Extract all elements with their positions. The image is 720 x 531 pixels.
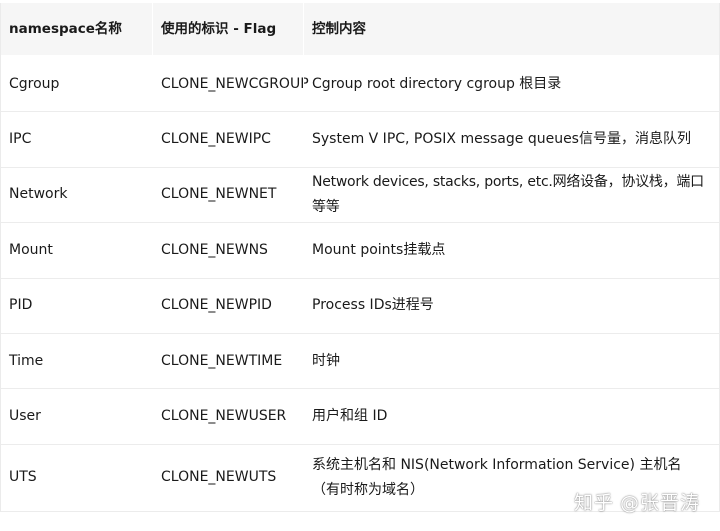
- namespace-name-cell: UTS: [9, 469, 37, 486]
- table-row: PID CLONE_NEWPID Process IDs进程号: [1, 278, 719, 334]
- table-row: User CLONE_NEWUSER 用户和组 ID: [1, 389, 719, 445]
- watermark-author: @张晋涛: [619, 492, 700, 514]
- flag-cell: CLONE_NEWUSER: [152, 389, 303, 444]
- zhihu-watermark: 知乎 @张晋涛: [574, 488, 706, 515]
- content-cell: Cgroup root directory cgroup 根目录: [303, 57, 719, 112]
- flag-cell: CLONE_NEWCGROUP: [152, 57, 309, 112]
- namespace-name-cell: IPC: [9, 131, 32, 148]
- table-row: Network CLONE_NEWNET Network devices, st…: [1, 167, 719, 224]
- namespace-table: namespace名称 使用的标识 - Flag 控制内容 Cgroup CLO…: [0, 3, 720, 512]
- namespace-name-cell: Network: [9, 186, 68, 203]
- table-row: Time CLONE_NEWTIME 时钟: [1, 333, 719, 390]
- namespace-name-cell: Cgroup: [9, 75, 60, 92]
- namespace-name-cell: PID: [9, 297, 33, 314]
- table-header-row: namespace名称 使用的标识 - Flag 控制内容: [1, 3, 719, 57]
- header-flag: 使用的标识 - Flag: [152, 3, 303, 55]
- flag-cell: CLONE_NEWTIME: [152, 333, 303, 389]
- flag-cell: CLONE_NEWNS: [152, 223, 303, 278]
- content-cell: 时钟: [303, 333, 719, 389]
- table-row: Cgroup CLONE_NEWCGROUP Cgroup root direc…: [1, 57, 719, 113]
- content-cell: Network devices, stacks, ports, etc.网络设备…: [303, 167, 719, 223]
- table-row: Mount CLONE_NEWNS Mount points挂载点: [1, 223, 719, 279]
- namespace-name-cell: Mount: [9, 241, 53, 258]
- namespace-name-cell: Time: [9, 352, 44, 369]
- header-namespace-name: namespace名称: [9, 20, 122, 37]
- table-row: IPC CLONE_NEWIPC System V IPC, POSIX mes…: [1, 112, 719, 168]
- flag-cell: CLONE_NEWPID: [152, 278, 303, 333]
- content-cell: Mount points挂载点: [303, 223, 719, 278]
- header-control-content: 控制内容: [303, 3, 719, 55]
- namespace-name-cell: User: [9, 408, 41, 425]
- content-cell: Process IDs进程号: [303, 278, 719, 333]
- content-cell: System V IPC, POSIX message queues信号量，消息…: [303, 112, 719, 167]
- flag-cell: CLONE_NEWUTS: [152, 444, 303, 511]
- flag-cell: CLONE_NEWIPC: [152, 112, 303, 167]
- watermark-site: 知乎: [573, 492, 614, 514]
- flag-cell: CLONE_NEWNET: [152, 167, 303, 223]
- content-cell: 用户和组 ID: [303, 389, 719, 444]
